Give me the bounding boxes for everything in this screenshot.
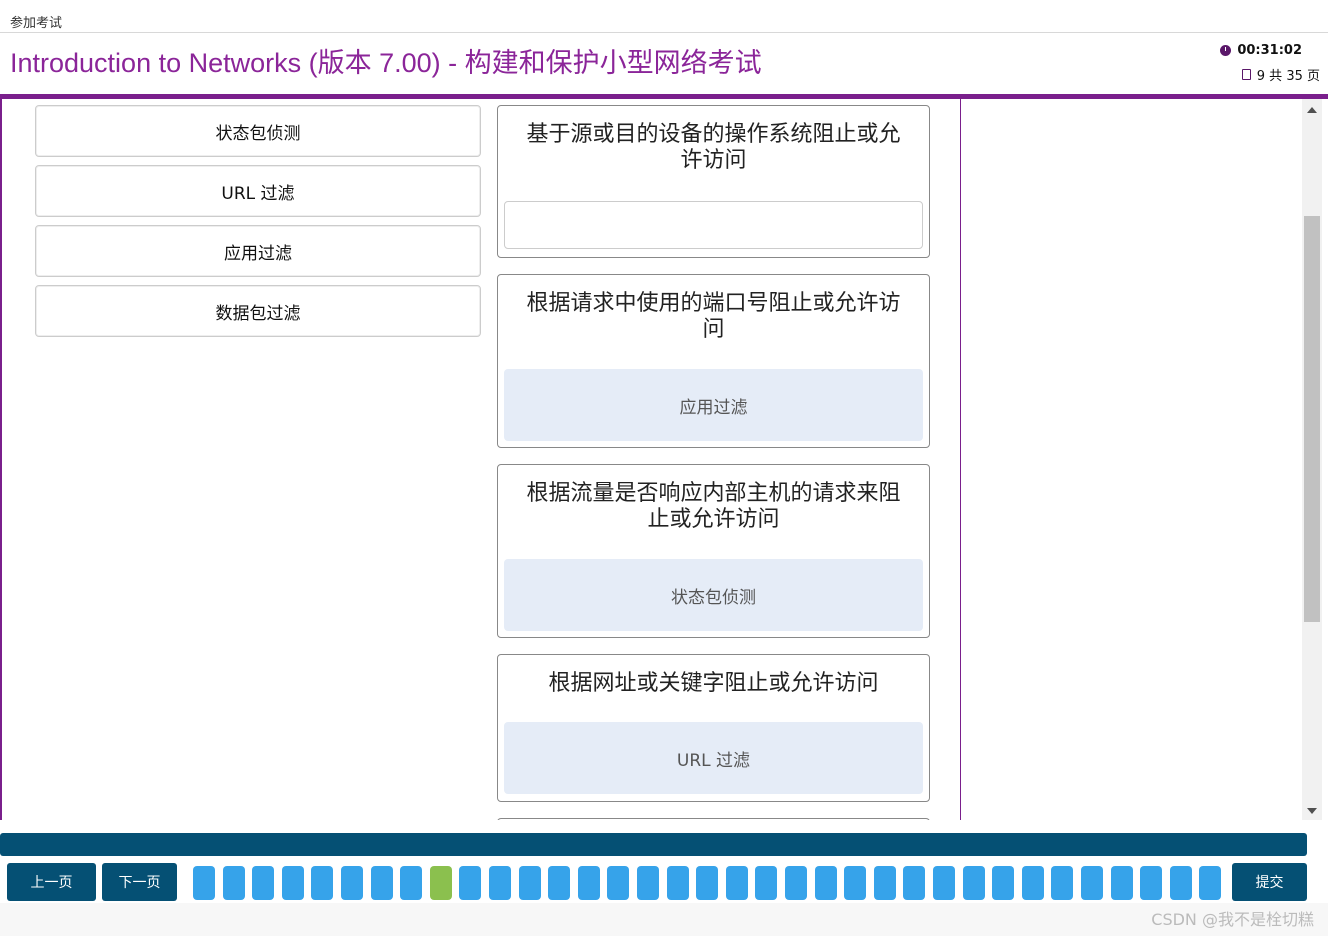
question-box[interactable]: [1021, 866, 1044, 900]
question-box[interactable]: [755, 866, 778, 900]
question-box[interactable]: [725, 866, 748, 900]
match-prompt: 根据请求中使用的端口号阻止或允许访问: [526, 291, 901, 342]
question-box[interactable]: [814, 866, 837, 900]
question-navigation: 上一页 下一页 提交: [0, 863, 1328, 903]
timer: 00:31:02: [1220, 43, 1302, 58]
question-box[interactable]: [193, 866, 215, 900]
match-prompt: 根据网址或关键字阻止或允许访问: [548, 671, 879, 696]
page-counter: 9 共 35 页: [1241, 65, 1320, 84]
drop-zone[interactable]: URL 过滤: [504, 722, 923, 794]
scroll-thumb[interactable]: [1304, 216, 1320, 622]
question-box[interactable]: [903, 866, 926, 900]
question-box[interactable]: [252, 866, 275, 900]
next-page-button[interactable]: 下一页: [102, 863, 177, 901]
prev-page-button[interactable]: 上一页: [7, 863, 96, 901]
question-box[interactable]: [933, 866, 955, 900]
drop-zone[interactable]: 状态包侦测: [504, 559, 923, 631]
question-box[interactable]: [962, 866, 985, 900]
question-box[interactable]: [1140, 866, 1163, 900]
question-box[interactable]: [1081, 866, 1103, 900]
question-box[interactable]: [844, 866, 867, 900]
question-box[interactable]: [489, 866, 511, 900]
page-icon: [1241, 69, 1251, 80]
vertical-scrollbar[interactable]: [1302, 99, 1322, 820]
question-box[interactable]: [370, 866, 393, 900]
question-box[interactable]: [222, 866, 245, 900]
drag-option-label: URL 过滤: [221, 183, 295, 204]
drag-option[interactable]: 应用过滤: [35, 225, 481, 277]
question-box[interactable]: [607, 866, 630, 900]
question-box[interactable]: [311, 866, 334, 900]
question-box[interactable]: [341, 866, 363, 900]
match-target-card: 根据网址或关键字阻止或允许访问 URL 过滤: [497, 654, 930, 802]
match-target-card: [497, 818, 930, 820]
question-box[interactable]: [577, 866, 600, 900]
question-box[interactable]: [666, 866, 689, 900]
watermark: CSDN @我不是栓切糕: [1151, 910, 1314, 929]
question-box[interactable]: [548, 866, 571, 900]
match-prompt: 根据流量是否响应内部主机的请求来阻止或允许访问: [526, 481, 901, 532]
question-box[interactable]: [400, 866, 423, 900]
exam-header: Introduction to Networks (版本 7.00) - 构建和…: [0, 33, 1328, 99]
submit-button[interactable]: 提交: [1232, 863, 1307, 901]
question-box[interactable]: [1110, 866, 1133, 900]
drag-option[interactable]: 数据包过滤: [35, 285, 481, 337]
page-title: Introduction to Networks (版本 7.00) - 构建和…: [10, 48, 762, 78]
drag-option[interactable]: URL 过滤: [35, 165, 481, 217]
question-box[interactable]: [696, 866, 719, 900]
clock-icon: [1220, 45, 1232, 56]
question-box[interactable]: [459, 866, 482, 900]
panel-divider: [960, 99, 961, 820]
question-box[interactable]: [785, 866, 807, 900]
question-box[interactable]: [281, 866, 304, 900]
question-box[interactable]: [429, 866, 452, 900]
drop-zone[interactable]: [504, 201, 923, 249]
breadcrumb[interactable]: 参加考试: [10, 12, 62, 31]
match-target-card: 根据请求中使用的端口号阻止或允许访问 应用过滤: [497, 274, 930, 448]
top-bar: 参加考试: [0, 0, 1328, 33]
question-box[interactable]: [637, 866, 659, 900]
drag-option-label: 状态包侦测: [215, 123, 301, 144]
drag-option-label: 数据包过滤: [215, 303, 301, 324]
match-prompt: 基于源或目的设备的操作系统阻止或允许访问: [526, 122, 901, 173]
drag-option[interactable]: 状态包侦测: [35, 105, 481, 157]
scroll-up-icon[interactable]: [1307, 107, 1317, 113]
drag-option-label: 应用过滤: [224, 243, 292, 264]
scroll-down-icon[interactable]: [1307, 808, 1317, 814]
match-target-card: 根据流量是否响应内部主机的请求来阻止或允许访问 状态包侦测: [497, 464, 930, 638]
progress-bar: [0, 833, 1307, 856]
footer: [0, 903, 1328, 936]
question-box[interactable]: [1169, 866, 1192, 900]
question-box[interactable]: [1199, 866, 1222, 900]
drop-zone[interactable]: 应用过滤: [504, 369, 923, 441]
question-content: 状态包侦测 URL 过滤 应用过滤 数据包过滤 基于源或目的设备的操作系统阻止或…: [0, 99, 1328, 820]
question-box[interactable]: [518, 866, 541, 900]
question-box[interactable]: [1051, 866, 1074, 900]
question-box[interactable]: [992, 866, 1015, 900]
question-box[interactable]: [873, 866, 896, 900]
match-target-card: 基于源或目的设备的操作系统阻止或允许访问: [497, 105, 930, 258]
page-counter-value: 9 共 35 页: [1256, 69, 1320, 84]
timer-value: 00:31:02: [1237, 43, 1302, 58]
